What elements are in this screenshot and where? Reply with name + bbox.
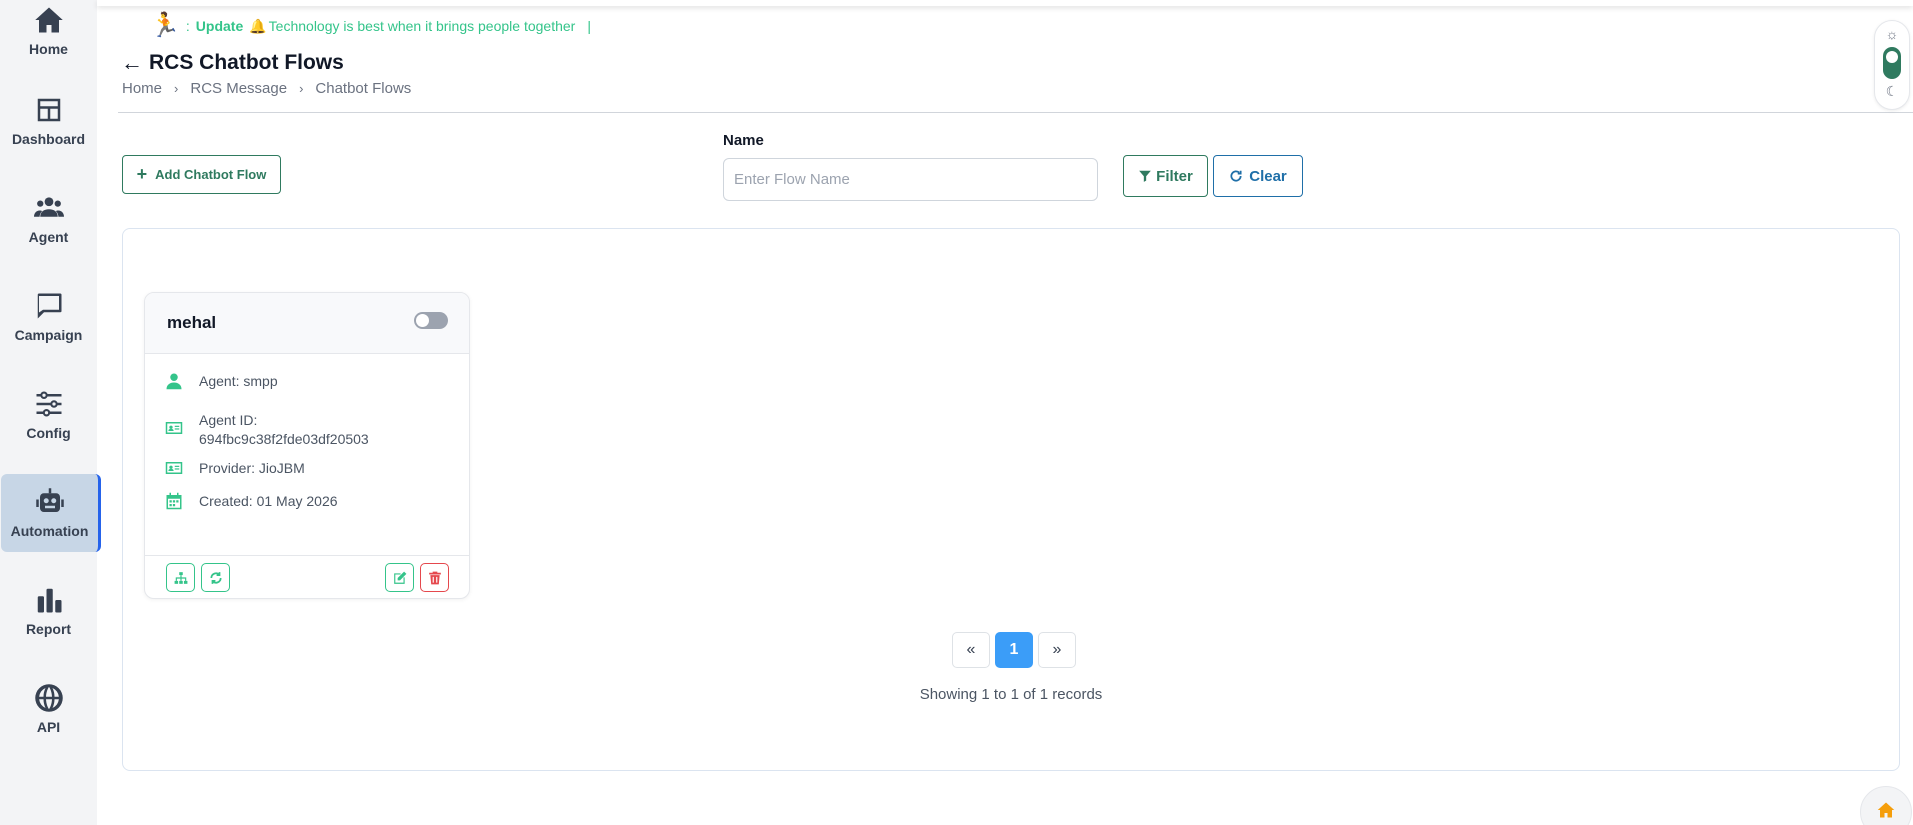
- marquee-update-label: Update: [195, 18, 244, 34]
- sidebar-item-label: Config: [26, 425, 71, 441]
- theme-toggle[interactable]: ☼ ☾: [1874, 20, 1910, 110]
- add-chatbot-flow-label: Add Chatbot Flow: [155, 167, 267, 182]
- marquee-prefix: :: [185, 18, 190, 34]
- topbar-shadow: [97, 0, 1913, 6]
- flow-card-body: Agent: smpp Agent ID: 694fbc9c38f2fde03d…: [145, 354, 469, 555]
- plus-icon: +: [136, 164, 148, 184]
- pagination: « 1 »: [952, 632, 1076, 668]
- flow-enabled-toggle[interactable]: [414, 311, 448, 329]
- sidebar-item-agent[interactable]: Agent: [0, 180, 97, 258]
- announcement-marquee: 🏃 : Update 🔔 Technology is best when it …: [150, 14, 591, 38]
- sidebar-item-report[interactable]: Report: [0, 572, 97, 650]
- sun-icon: ☼: [1885, 26, 1899, 42]
- flow-name-input[interactable]: [723, 158, 1098, 201]
- flow-provider: Provider: JioJBM: [199, 460, 305, 476]
- chevron-right-icon: ›: [299, 81, 304, 96]
- sitemap-icon: [174, 571, 187, 584]
- sidebar-item-label: Report: [25, 621, 72, 637]
- calendar-icon: [166, 492, 182, 510]
- home-icon: [1877, 802, 1895, 818]
- edit-flow-button[interactable]: [385, 563, 414, 592]
- edit-icon: [393, 571, 406, 584]
- flow-agent: Agent: smpp: [199, 373, 278, 389]
- back-arrow-icon[interactable]: ←: [121, 50, 143, 76]
- flow-agent-id-block: Agent ID: 694fbc9c38f2fde03df20503: [199, 411, 369, 449]
- bar-chart-icon: [37, 588, 61, 613]
- breadcrumb-current: Chatbot Flows: [315, 80, 412, 97]
- refresh-icon: [1230, 170, 1242, 182]
- id-card-icon: [165, 422, 183, 434]
- filter-button[interactable]: Filter: [1123, 155, 1208, 197]
- chevron-right-icon: ›: [174, 81, 179, 96]
- sidebar-item-campaign[interactable]: Campaign: [0, 278, 97, 356]
- flow-builder-button[interactable]: [166, 563, 195, 592]
- clear-label: Clear: [1249, 167, 1287, 185]
- flow-card: mehal Agent: smpp Agent ID: 694fbc9c38f2…: [144, 292, 470, 599]
- sidebar-item-label: Automation: [10, 523, 89, 539]
- name-filter-label: Name: [723, 132, 764, 149]
- sidebar-item-api[interactable]: API: [0, 670, 97, 748]
- sliders-icon: [36, 391, 61, 417]
- header-divider: [118, 112, 1913, 113]
- clear-button[interactable]: Clear: [1213, 155, 1303, 197]
- sidebar-item-config[interactable]: Config: [0, 376, 97, 454]
- sidebar-item-dashboard[interactable]: Dashboard: [0, 82, 97, 160]
- running-person-icon: 🏃: [150, 12, 180, 39]
- flow-agent-id: 694fbc9c38f2fde03df20503: [199, 431, 369, 447]
- flow-card-left-actions: [166, 563, 230, 592]
- flow-provider-row: Provider: JioJBM: [165, 459, 449, 478]
- sidebar-item-automation[interactable]: Automation: [1, 474, 101, 552]
- sidebar-item-label: API: [36, 719, 61, 735]
- breadcrumb: Home › RCS Message › Chatbot Flows: [122, 80, 411, 97]
- flow-card-right-actions: [385, 563, 449, 592]
- flow-created-row: Created: 01 May 2026: [165, 492, 449, 511]
- breadcrumb-rcs-message[interactable]: RCS Message: [190, 80, 287, 97]
- breadcrumb-home[interactable]: Home: [122, 80, 162, 97]
- flow-card-footer: [145, 555, 469, 598]
- sync-flow-button[interactable]: [201, 563, 230, 592]
- sidebar-item-label: Campaign: [14, 327, 83, 343]
- flow-created: Created: 01 May 2026: [199, 493, 338, 509]
- flow-agent-id-row: Agent ID: 694fbc9c38f2fde03df20503: [165, 411, 449, 449]
- bell-icon: 🔔: [249, 17, 267, 34]
- flow-agent-row: Agent: smpp: [165, 372, 449, 391]
- page-header: ← RCS Chatbot Flows: [121, 50, 344, 76]
- robot-icon: [35, 488, 64, 512]
- chat-icon: [37, 293, 61, 319]
- flow-card-header: mehal: [145, 293, 469, 354]
- sidebar-item-home[interactable]: Home: [0, 0, 97, 62]
- sidebar-item-label: Dashboard: [11, 131, 86, 147]
- page-title: RCS Chatbot Flows: [149, 51, 344, 74]
- filter-icon: [1139, 170, 1151, 182]
- pagination-prev-button[interactable]: «: [952, 632, 990, 668]
- sync-icon: [209, 571, 222, 584]
- pagination-next-button[interactable]: »: [1038, 632, 1076, 668]
- add-chatbot-flow-button[interactable]: + Add Chatbot Flow: [122, 155, 281, 194]
- home-icon: [34, 7, 63, 33]
- dashboard-icon: [37, 98, 60, 122]
- users-icon: [33, 197, 64, 217]
- records-summary: Showing 1 to 1 of 1 records: [919, 686, 1103, 703]
- sidebar-item-label: Home: [29, 41, 68, 57]
- user-icon: [166, 373, 182, 390]
- marquee-message: Technology is best when it brings people…: [268, 18, 576, 34]
- sidebar-item-label: Agent: [28, 229, 69, 245]
- floating-home-button[interactable]: [1860, 786, 1912, 825]
- flow-agent-id-label: Agent ID:: [199, 412, 258, 428]
- filter-label: Filter: [1156, 167, 1193, 185]
- moon-icon: ☾: [1885, 83, 1899, 99]
- marquee-cursor: |: [587, 18, 591, 34]
- app-root: Home Dashboard Agent Campaign Config Aut…: [0, 0, 1913, 825]
- id-card-icon: [165, 462, 183, 474]
- delete-flow-button[interactable]: [420, 563, 449, 592]
- pagination-page-button[interactable]: 1: [995, 632, 1033, 668]
- trash-icon: [428, 571, 441, 584]
- flow-name: mehal: [167, 313, 217, 332]
- theme-switch[interactable]: [1883, 47, 1901, 79]
